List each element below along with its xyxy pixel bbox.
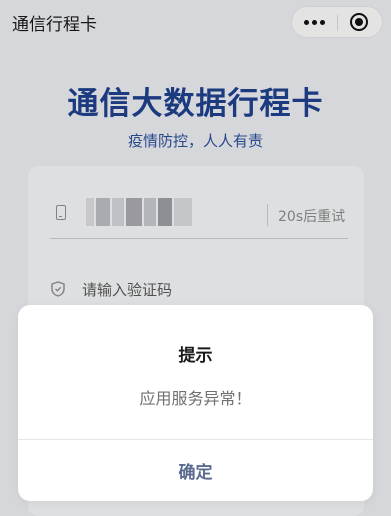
alert-dialog: 提示 应用服务异常！ 确定 <box>18 305 373 501</box>
dialog-message: 应用服务异常！ <box>139 389 252 408</box>
confirm-button[interactable]: 确定 <box>18 440 373 501</box>
dialog-title: 提示 <box>178 346 213 366</box>
